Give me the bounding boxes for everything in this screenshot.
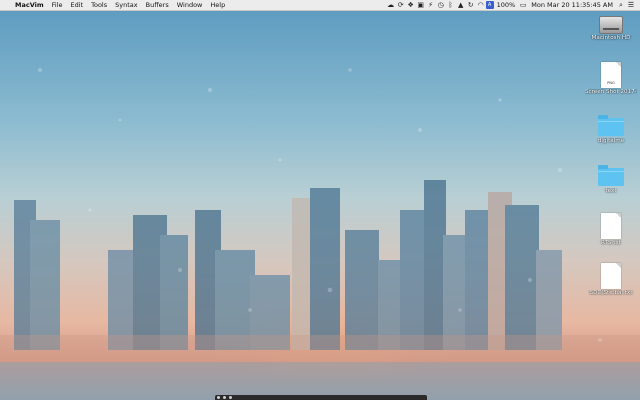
menu-help[interactable]: Help	[206, 0, 229, 10]
text-file-icon	[601, 263, 621, 289]
text-file-icon	[601, 213, 621, 239]
input-source-icon[interactable]: A	[485, 1, 494, 9]
battery-icon[interactable]: ▭	[518, 0, 528, 10]
clock-icon[interactable]: ◷	[436, 0, 446, 10]
clock-datetime[interactable]: Mon Mar 20 11:35:45 AM	[528, 0, 616, 10]
sync-icon[interactable]: ⟳	[396, 0, 406, 10]
desktop-item-macintosh-hd[interactable]: Macintosh HD	[585, 16, 637, 42]
desktop-wallpaper	[0, 10, 640, 400]
menu-buffers[interactable]: Buffers	[142, 0, 173, 10]
box-icon[interactable]: ▣	[416, 0, 426, 10]
refresh-icon[interactable]: ↻	[466, 0, 476, 10]
vpn-icon[interactable]: ▲	[456, 0, 466, 10]
search-icon[interactable]: ⌕	[616, 0, 626, 10]
dock[interactable]	[215, 395, 427, 400]
menu-tools[interactable]: Tools	[87, 0, 111, 10]
desktop-item-label: Screen Shot 2017-03-20 at 11.3...	[585, 89, 637, 95]
city-skyline-wallpaper	[0, 68, 640, 400]
desktop-item-label: digitalme	[597, 138, 625, 144]
menu-app-name[interactable]: MacVim	[11, 0, 48, 10]
creative-cloud-icon[interactable]: ☁	[386, 0, 396, 10]
menu-window[interactable]: Window	[173, 0, 207, 10]
screenshot-file-icon: PNG	[601, 62, 621, 88]
menu-file[interactable]: File	[48, 0, 67, 10]
dropbox-icon[interactable]: ❖	[406, 0, 416, 10]
bolt-icon[interactable]: ⚡	[426, 0, 436, 10]
desktop-item-label: text	[605, 188, 617, 194]
dock-indicator-dot	[223, 396, 226, 399]
menu-bar: MacVim File Edit Tools Syntax Buffers Wi…	[0, 0, 640, 11]
hard-drive-icon	[599, 16, 623, 34]
dock-indicator-dot	[217, 396, 220, 399]
menu-syntax[interactable]: Syntax	[111, 0, 141, 10]
dock-indicator-dot	[229, 396, 232, 399]
wifi-icon[interactable]: ◠	[476, 0, 486, 10]
status-area: ☁ ⟳ ❖ ▣ ⚡ ◷ ᛒ ▲ ↻ ◠ A 100% ▭ Mon Mar 20 …	[386, 0, 640, 10]
desktop-item-sdc-txt[interactable]: SDC(Ste.bal.txt	[585, 263, 637, 297]
desktop-item-screenshot[interactable]: PNG Screen Shot 2017-03-20 at 11.3...	[585, 62, 637, 96]
menu-edit[interactable]: Edit	[67, 0, 88, 10]
desktop-item-label: RTS.txt	[601, 240, 621, 246]
bluetooth-icon[interactable]: ᛒ	[446, 0, 456, 10]
desktop-item-label: Macintosh HD	[591, 35, 631, 41]
desktop-item-digitalme[interactable]: digitalme	[585, 115, 637, 145]
desktop-item-text[interactable]: text	[585, 165, 637, 195]
folder-icon	[598, 165, 624, 186]
list-icon[interactable]: ☰	[626, 0, 636, 10]
desktop-item-rts-txt[interactable]: RTS.txt	[585, 213, 637, 247]
desktop-item-label: SDC(Ste.bal.txt	[589, 290, 633, 296]
battery-percent[interactable]: 100%	[494, 0, 519, 10]
folder-icon	[598, 115, 624, 136]
